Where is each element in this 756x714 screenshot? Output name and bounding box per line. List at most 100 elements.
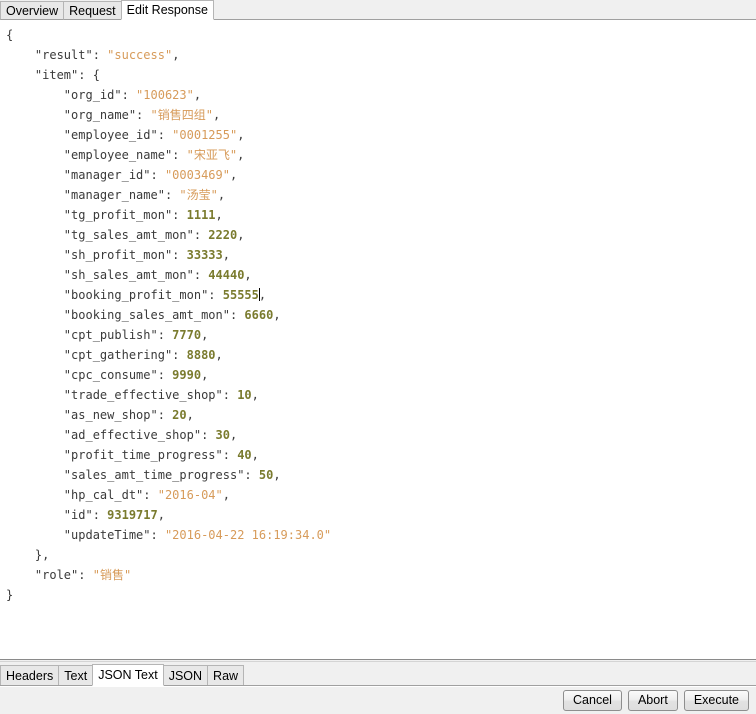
json-punctuation: : xyxy=(150,528,165,542)
bottom-tab-headers[interactable]: Headers xyxy=(0,665,60,686)
cancel-button[interactable]: Cancel xyxy=(563,690,622,711)
json-key: "cpt_publish" xyxy=(63,328,158,342)
top-tabs-container: Overview Request Edit Response xyxy=(0,0,214,20)
json-punctuation: , xyxy=(157,508,165,522)
code-line: "tg_profit_mon": 1111, xyxy=(6,205,756,225)
abort-button[interactable]: Abort xyxy=(627,690,678,711)
code-line: "tg_sales_amt_mon": 2220, xyxy=(6,225,756,245)
json-punctuation: , xyxy=(186,408,194,422)
json-number-value: 55555 xyxy=(222,288,259,302)
json-key: "profit_time_progress" xyxy=(63,448,223,462)
json-text-editor[interactable]: { "result": "success", "item": { "org_id… xyxy=(0,21,756,659)
json-punctuation: }, xyxy=(34,548,50,562)
code-line: "cpt_publish": 7770, xyxy=(6,325,756,345)
json-string-value: "2016-04" xyxy=(157,488,223,502)
json-punctuation: : xyxy=(157,128,173,142)
top-tab-edit-response[interactable]: Edit Response xyxy=(120,0,214,20)
json-key: "tg_sales_amt_mon" xyxy=(63,228,194,242)
json-punctuation: , xyxy=(222,488,230,502)
json-punctuation: , xyxy=(237,128,245,142)
json-string-value: "0003469" xyxy=(164,168,230,182)
json-number-value: 10 xyxy=(237,388,252,402)
json-punctuation: , xyxy=(237,228,245,242)
code-line: } xyxy=(6,585,756,605)
json-key: "booking_sales_amt_mon" xyxy=(63,308,230,322)
json-punctuation: , xyxy=(251,388,259,402)
json-punctuation: , xyxy=(229,428,238,442)
bottom-tab-raw[interactable]: Raw xyxy=(207,665,245,686)
code-line: "ad_effective_shop": 30, xyxy=(6,425,756,445)
json-string-value: "销售" xyxy=(92,568,132,582)
json-punctuation: : xyxy=(78,568,93,582)
json-key: "manager_id" xyxy=(63,168,151,182)
json-punctuation: : xyxy=(222,448,238,462)
json-punctuation: : xyxy=(201,428,216,442)
json-punctuation: , xyxy=(212,108,221,122)
json-punctuation: : xyxy=(172,208,187,222)
code-line: "trade_effective_shop": 10, xyxy=(6,385,756,405)
json-punctuation: : xyxy=(150,168,165,182)
json-key: "sales_amt_time_progress" xyxy=(63,468,245,482)
json-punctuation: : xyxy=(229,308,245,322)
json-punctuation: , xyxy=(172,48,180,62)
json-punctuation: : xyxy=(164,188,180,202)
bottom-tab-json[interactable]: JSON xyxy=(162,665,209,686)
json-key: "ad_effective_shop" xyxy=(63,428,202,442)
json-punctuation: : { xyxy=(78,68,100,82)
top-tab-request[interactable]: Request xyxy=(63,1,122,20)
code-line: "employee_id": "0001255", xyxy=(6,125,756,145)
json-key: "org_id" xyxy=(63,88,122,102)
json-number-value: 9319717 xyxy=(107,508,158,522)
json-punctuation: : xyxy=(121,88,137,102)
bottom-tab-json-text[interactable]: JSON Text xyxy=(92,664,164,686)
json-key: "booking_profit_mon" xyxy=(63,288,209,302)
execute-button[interactable]: Execute xyxy=(683,690,749,711)
code-line: "sh_profit_mon": 33333, xyxy=(6,245,756,265)
code-line: "sh_sales_amt_mon": 44440, xyxy=(6,265,756,285)
json-punctuation: , xyxy=(273,468,281,482)
code-line: "org_name": "销售四组", xyxy=(6,105,756,125)
code-line: "result": "success", xyxy=(6,45,756,65)
json-punctuation: : xyxy=(157,368,173,382)
json-punctuation: , xyxy=(229,168,238,182)
top-tab-overview[interactable]: Overview xyxy=(0,1,65,20)
json-string-value: "100623" xyxy=(136,88,194,102)
json-string-value: "success" xyxy=(107,48,173,62)
response-editor-panel[interactable]: { "result": "success", "item": { "org_id… xyxy=(0,20,756,659)
json-key: "org_name" xyxy=(63,108,137,122)
json-punctuation: , xyxy=(244,268,252,282)
json-number-value: 33333 xyxy=(186,248,223,262)
code-line: "cpt_gathering": 8880, xyxy=(6,345,756,365)
code-line: "cpc_consume": 9990, xyxy=(6,365,756,385)
json-number-value: 40 xyxy=(237,448,252,462)
json-punctuation: : xyxy=(172,248,187,262)
code-line: "updateTime": "2016-04-22 16:19:34.0" xyxy=(6,525,756,545)
json-number-value: 44440 xyxy=(208,268,245,282)
json-punctuation: : xyxy=(222,388,238,402)
json-punctuation: , xyxy=(201,328,209,342)
json-number-value: 9990 xyxy=(172,368,202,382)
json-punctuation: { xyxy=(6,28,14,42)
bottom-tab-text[interactable]: Text xyxy=(58,665,94,686)
json-punctuation: : xyxy=(92,48,108,62)
code-line: "item": { xyxy=(6,65,756,85)
edit-response-window: Overview Request Edit Response { "result":… xyxy=(0,0,756,714)
json-punctuation: : xyxy=(172,148,187,162)
code-line: "booking_sales_amt_mon": 6660, xyxy=(6,305,756,325)
json-number-value: 30 xyxy=(215,428,230,442)
json-key: "hp_cal_dt" xyxy=(63,488,144,502)
